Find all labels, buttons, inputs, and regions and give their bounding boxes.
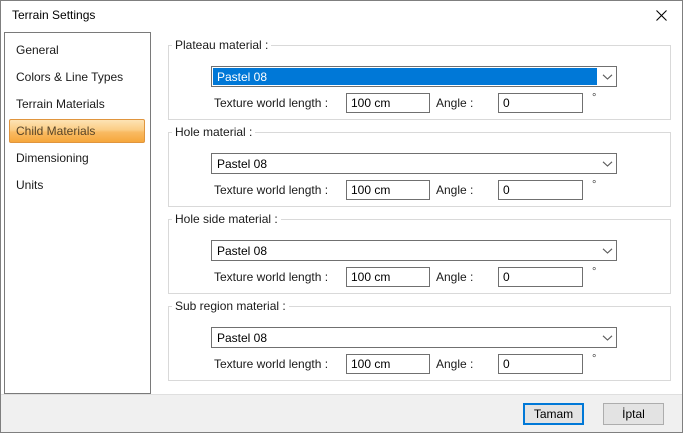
texture-length-label: Texture world length : (214, 180, 328, 200)
degree-symbol: ° (592, 92, 596, 104)
sidebar-item-label: Colors & Line Types (16, 70, 123, 84)
texture-length-label: Texture world length : (214, 267, 328, 287)
sidebar-item-dimensioning[interactable]: Dimensioning (9, 146, 145, 170)
texture-length-input[interactable] (346, 267, 430, 287)
window-title: Terrain Settings (12, 8, 95, 22)
chevron-down-icon (598, 154, 616, 173)
sidebar-item-child-materials[interactable]: Child Materials (9, 119, 145, 143)
texture-angle-row: Texture world length : Angle : ° (169, 180, 670, 201)
angle-input[interactable] (498, 354, 583, 374)
sidebar-item-label: Child Materials (16, 124, 95, 138)
material-group: Hole material : Pastel 08 Texture world … (168, 132, 671, 207)
degree-symbol: ° (592, 353, 596, 365)
texture-length-input[interactable] (346, 180, 430, 200)
texture-length-label: Texture world length : (214, 93, 328, 113)
close-icon (655, 9, 668, 22)
sidebar-item-label: Dimensioning (16, 151, 89, 165)
settings-category-list: General Colors & Line Types Terrain Mate… (4, 32, 151, 394)
group-title: Plateau material : (172, 38, 271, 52)
texture-length-input[interactable] (346, 93, 430, 113)
angle-label: Angle : (436, 354, 473, 374)
texture-length-input[interactable] (346, 354, 430, 374)
title-bar: Terrain Settings (1, 1, 682, 29)
texture-angle-row: Texture world length : Angle : ° (169, 354, 670, 375)
chevron-down-icon (598, 67, 616, 86)
sidebar-item-terrain-materials[interactable]: Terrain Materials (9, 92, 145, 116)
sidebar-item-general[interactable]: General (9, 38, 145, 62)
material-select-value: Pastel 08 (213, 155, 597, 172)
angle-input[interactable] (498, 267, 583, 287)
material-select-value: Pastel 08 (213, 242, 597, 259)
texture-angle-row: Texture world length : Angle : ° (169, 93, 670, 114)
sidebar-item-colors-line-types[interactable]: Colors & Line Types (9, 65, 145, 89)
texture-length-label: Texture world length : (214, 354, 328, 374)
angle-label: Angle : (436, 93, 473, 113)
angle-label: Angle : (436, 267, 473, 287)
material-select[interactable]: Pastel 08 (211, 66, 617, 87)
close-button[interactable] (644, 1, 678, 29)
sidebar-item-label: Units (16, 178, 43, 192)
material-select[interactable]: Pastel 08 (211, 153, 617, 174)
material-select-value: Pastel 08 (213, 68, 597, 85)
angle-input[interactable] (498, 180, 583, 200)
material-select-value: Pastel 08 (213, 329, 597, 346)
material-select[interactable]: Pastel 08 (211, 327, 617, 348)
ok-button[interactable]: Tamam (523, 403, 584, 425)
material-select[interactable]: Pastel 08 (211, 240, 617, 261)
sidebar-item-label: Terrain Materials (16, 97, 105, 111)
angle-input[interactable] (498, 93, 583, 113)
group-title: Hole material : (172, 125, 255, 139)
texture-angle-row: Texture world length : Angle : ° (169, 267, 670, 288)
group-title: Sub region material : (172, 299, 289, 313)
cancel-button[interactable]: İptal (603, 403, 664, 425)
terrain-settings-dialog: Terrain Settings General Colors & Line T… (0, 0, 683, 433)
material-group: Hole side material : Pastel 08 Texture w… (168, 219, 671, 294)
material-group: Plateau material : Pastel 08 Texture wor… (168, 45, 671, 120)
footer-bar: Tamam İptal (1, 394, 682, 432)
chevron-down-icon (598, 328, 616, 347)
degree-symbol: ° (592, 266, 596, 278)
chevron-down-icon (598, 241, 616, 260)
material-group: Sub region material : Pastel 08 Texture … (168, 306, 671, 381)
group-title: Hole side material : (172, 212, 281, 226)
angle-label: Angle : (436, 180, 473, 200)
sidebar-item-label: General (16, 43, 59, 57)
degree-symbol: ° (592, 179, 596, 191)
sidebar-item-units[interactable]: Units (9, 173, 145, 197)
